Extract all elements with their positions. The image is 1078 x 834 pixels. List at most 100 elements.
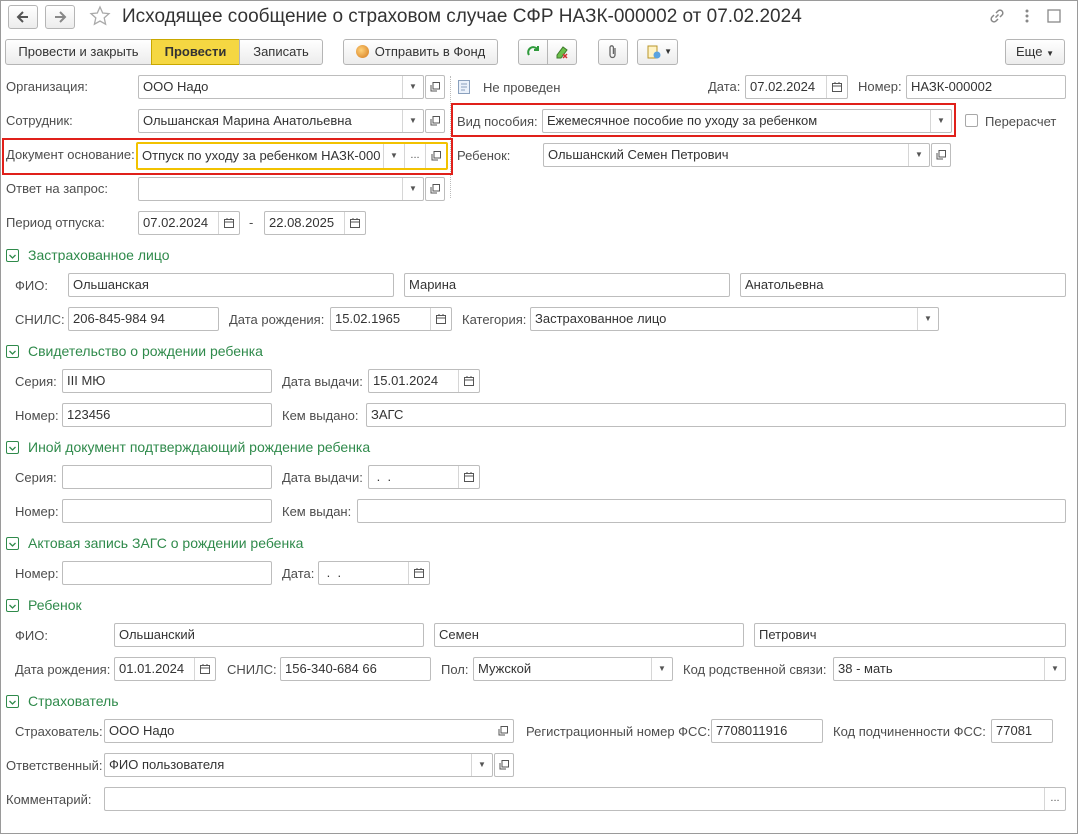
favorite-star-icon[interactable]	[89, 5, 111, 30]
cert-num-field[interactable]: 123456	[62, 403, 272, 427]
child-relation-select[interactable]: 38 - мать ▼	[833, 657, 1066, 681]
other-num-field[interactable]	[62, 499, 272, 523]
window-title: Исходящее сообщение о страховом случае С…	[122, 6, 802, 27]
clear-posting-button[interactable]	[547, 39, 577, 65]
employee-select[interactable]: Ольшанская Марина Анатольевна ▼	[138, 109, 424, 133]
post-and-close-button[interactable]: Провести и закрыть	[5, 39, 152, 65]
answer-select[interactable]: ▼	[138, 177, 424, 201]
collapse-child-icon[interactable]	[6, 599, 19, 612]
insurer-field[interactable]: ООО Надо	[104, 719, 514, 743]
section-certificate-title[interactable]: Свидетельство о рождении ребенка	[28, 342, 263, 360]
child-birth-field[interactable]: 01.01.2024	[114, 657, 216, 681]
comment-edit-button[interactable]: ...	[1044, 788, 1065, 810]
post-button[interactable]: Провести	[151, 39, 240, 65]
attach-button[interactable]	[598, 39, 628, 65]
cert-issue-field[interactable]: 15.01.2024	[368, 369, 480, 393]
collapse-certificate-icon[interactable]	[6, 345, 19, 358]
child-open-button[interactable]	[931, 143, 951, 167]
other-issue-field[interactable]: . .	[368, 465, 480, 489]
create-based-button[interactable]: ▼	[637, 39, 678, 65]
org-select[interactable]: ООО Надо ▼	[138, 75, 424, 99]
section-child-title[interactable]: Ребенок	[28, 596, 82, 614]
collapse-other-doc-icon[interactable]	[6, 441, 19, 454]
insured-snils-field[interactable]: 206-845-984 94	[68, 307, 219, 331]
org-open-button[interactable]	[425, 75, 445, 99]
maximize-icon[interactable]	[1046, 8, 1062, 27]
answer-open-button[interactable]	[425, 177, 445, 201]
period-to-field[interactable]: 22.08.2025	[264, 211, 366, 235]
insured-first-name-field[interactable]: Марина	[404, 273, 730, 297]
other-series-field[interactable]	[62, 465, 272, 489]
basis-select[interactable]: Отпуск по уходу за ребенком НАЗК-000 ▼ .…	[136, 142, 448, 170]
insured-fio-label: ФИО:	[15, 278, 48, 293]
calendar-icon[interactable]	[430, 308, 451, 330]
back-button[interactable]	[8, 5, 38, 29]
calendar-icon[interactable]	[344, 212, 365, 234]
chevron-down-icon[interactable]: ▼	[402, 110, 423, 132]
other-by-label: Кем выдан:	[282, 504, 352, 519]
child-middle-name-field[interactable]: Петрович	[754, 623, 1066, 647]
chevron-down-icon[interactable]: ▼	[383, 144, 404, 168]
insured-middle-name-field[interactable]: Анатольевна	[740, 273, 1066, 297]
calendar-icon[interactable]	[826, 76, 847, 98]
collapse-insurer-icon[interactable]	[6, 695, 19, 708]
chevron-down-icon[interactable]: ▼	[651, 658, 672, 680]
calendar-icon[interactable]	[458, 370, 479, 392]
responsible-open-button[interactable]	[494, 753, 514, 777]
employee-open-button[interactable]	[425, 109, 445, 133]
child-first-name-field[interactable]: Семен	[434, 623, 744, 647]
insured-middle-name: Анатольевна	[745, 277, 824, 292]
reg-number-field[interactable]: 7708011916	[711, 719, 823, 743]
calendar-icon[interactable]	[458, 466, 479, 488]
section-insured-title[interactable]: Застрахованное лицо	[28, 246, 169, 264]
open-window-icon[interactable]	[493, 720, 513, 742]
act-date-field[interactable]: . .	[318, 561, 430, 585]
section-other-doc-title[interactable]: Иной документ подтверждающий рождение ре…	[28, 438, 370, 456]
cert-by-field[interactable]: ЗАГС	[366, 403, 1066, 427]
insured-category-select[interactable]: Застрахованное лицо ▼	[530, 307, 939, 331]
cert-series-field[interactable]: III МЮ	[62, 369, 272, 393]
collapse-insured-icon[interactable]	[6, 249, 19, 262]
more-actions-icon[interactable]	[1020, 7, 1034, 25]
forward-button[interactable]	[45, 5, 75, 29]
child-last-name-field[interactable]: Ольшанский	[114, 623, 424, 647]
save-button[interactable]: Записать	[239, 39, 323, 65]
child-sex-select[interactable]: Мужской ▼	[473, 657, 673, 681]
recalc-checkbox[interactable]	[965, 114, 978, 127]
child-select[interactable]: Ольшанский Семен Петрович ▼	[543, 143, 930, 167]
chevron-down-icon[interactable]: ▼	[471, 754, 492, 776]
child-label: Ребенок:	[457, 148, 511, 163]
link-icon[interactable]	[988, 7, 1006, 28]
other-by-field[interactable]	[357, 499, 1066, 523]
open-window-icon	[430, 116, 440, 126]
send-to-fund-button[interactable]: Отправить в Фонд	[343, 39, 498, 65]
chevron-down-icon[interactable]: ▼	[1044, 658, 1065, 680]
calendar-icon[interactable]	[408, 562, 429, 584]
date-field[interactable]: 07.02.2024	[745, 75, 848, 99]
calendar-icon[interactable]	[194, 658, 215, 680]
select-dots-button[interactable]: ...	[404, 144, 425, 168]
period-from-field[interactable]: 07.02.2024	[138, 211, 240, 235]
chevron-down-icon[interactable]: ▼	[402, 76, 423, 98]
open-window-icon[interactable]	[425, 144, 446, 168]
separator-line	[450, 76, 451, 198]
open-window-icon	[430, 82, 440, 92]
child-snils-field[interactable]: 156-340-684 66	[280, 657, 431, 681]
refresh-button[interactable]	[518, 39, 548, 65]
insured-last-name-field[interactable]: Ольшанская	[68, 273, 394, 297]
chevron-down-icon[interactable]: ▼	[402, 178, 423, 200]
collapse-act-record-icon[interactable]	[6, 537, 19, 550]
section-insurer-title[interactable]: Страхователь	[28, 692, 119, 710]
insured-category: Застрахованное лицо	[535, 311, 667, 326]
more-button[interactable]: Еще ▼	[1005, 39, 1065, 65]
number-field[interactable]: НАЗК-000002	[906, 75, 1066, 99]
comment-field[interactable]: ...	[104, 787, 1066, 811]
calendar-icon[interactable]	[218, 212, 239, 234]
chevron-down-icon[interactable]: ▼	[917, 308, 938, 330]
chevron-down-icon[interactable]: ▼	[908, 144, 929, 166]
insured-birth-field[interactable]: 15.02.1965	[330, 307, 452, 331]
section-act-record-title[interactable]: Актовая запись ЗАГС о рождении ребенка	[28, 534, 303, 552]
act-num-field[interactable]	[62, 561, 272, 585]
responsible-select[interactable]: ФИО пользователя ▼	[104, 753, 493, 777]
subordination-field[interactable]: 77081	[991, 719, 1053, 743]
